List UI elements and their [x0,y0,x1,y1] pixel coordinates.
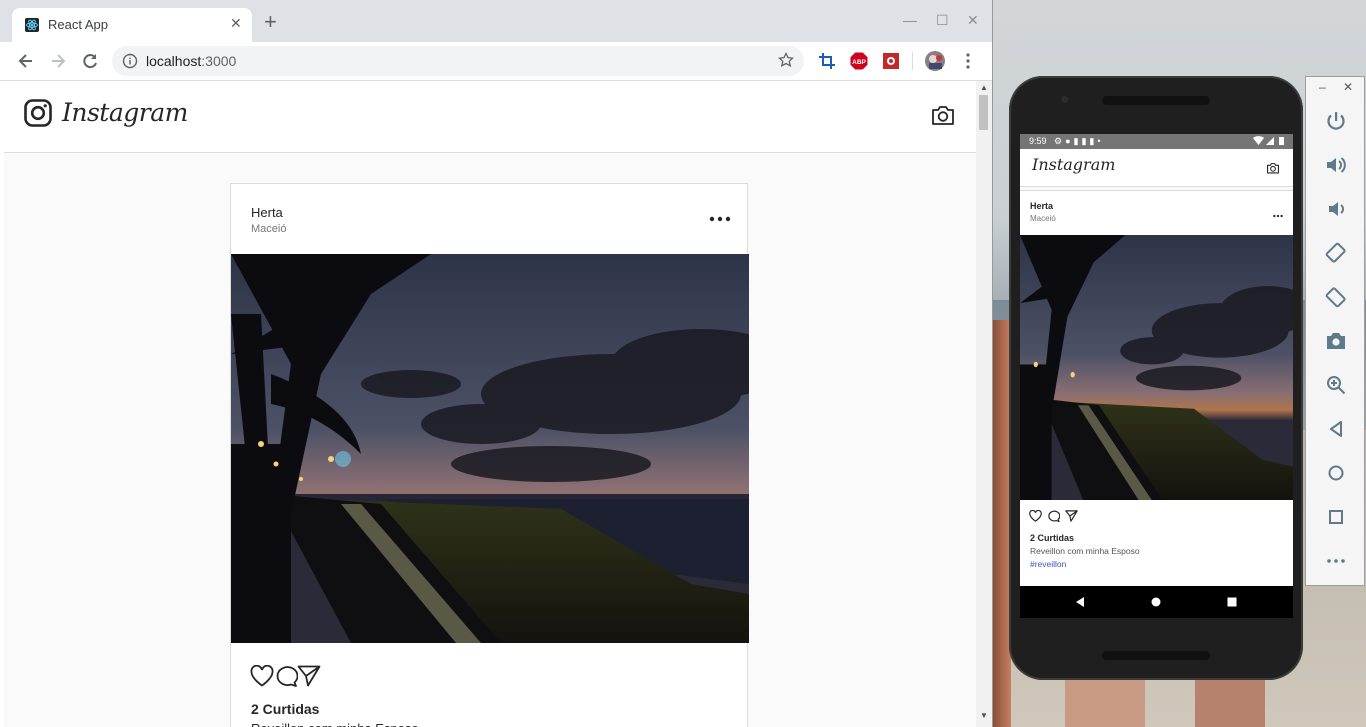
status-notification-icons: ⚙●▮▮▮• [1054,136,1104,146]
mobile-post-photo[interactable] [1020,235,1293,500]
android-emulator-phone: 9:59 ⚙●▮▮▮• Instagram Herta Maceió 2 Cur… [1009,76,1303,680]
toolbar-divider [912,52,913,70]
volume-down-icon[interactable] [1324,197,1348,221]
rotate-right-icon[interactable] [1324,285,1348,309]
post-description: Reveillon com minha Esposo [251,721,419,727]
url-host: localhost [146,53,202,69]
instagram-logo-icon[interactable] [24,99,52,132]
scrollbar-thumb[interactable] [979,95,988,130]
android-nav-bar [1020,586,1293,618]
forward-button[interactable] [47,50,69,72]
react-favicon-icon [25,18,39,32]
mobile-app-header: Instagram [1020,149,1293,187]
rotate-left-icon[interactable] [1324,241,1348,265]
mobile-more-options-icon[interactable] [1273,205,1283,223]
screenshot-camera-icon[interactable] [1324,329,1348,353]
nav-recents-icon[interactable] [1226,595,1238,613]
front-camera [1061,96,1068,103]
brand-wordmark[interactable]: Instagram [62,98,188,127]
home-circle-icon[interactable] [1324,461,1348,485]
like-heart-icon[interactable] [250,664,274,692]
mobile-post-likes-count: 2 Curtidas [1030,533,1075,543]
red-extension-icon[interactable] [882,52,900,70]
url-port: :3000 [201,53,237,69]
profile-avatar[interactable] [925,51,945,71]
emulator-window-controls: – ✕ [1306,77,1364,99]
share-send-icon[interactable] [297,665,321,692]
mobile-camera-icon[interactable] [1266,161,1280,179]
status-bar: 9:59 ⚙●▮▮▮• [1020,134,1293,149]
maximize-icon[interactable]: ☐ [936,12,949,29]
back-triangle-icon[interactable] [1324,417,1348,441]
nav-back-icon[interactable] [1074,595,1086,613]
nav-home-icon[interactable] [1150,595,1162,613]
power-icon[interactable] [1324,109,1348,133]
app-header: Instagram [4,81,976,153]
post-location: Maceió [251,223,287,235]
browser-toolbar: localhost:3000 ABP [0,42,992,81]
web-page: Instagram Herta Maceió 2 Curtidas [4,81,976,727]
bottom-speaker [1102,651,1210,660]
site-info-icon[interactable] [122,53,138,74]
earpiece-speaker [1102,96,1210,105]
url-text: localhost:3000 [146,53,236,69]
phone-screen: 9:59 ⚙●▮▮▮• Instagram Herta Maceió 2 Cur… [1020,134,1293,618]
comment-icon[interactable] [274,665,299,692]
post-author[interactable]: Herta [251,205,283,220]
scroll-down-arrow-icon[interactable]: ▼ [980,711,988,720]
post-photo[interactable] [231,254,749,643]
browser-tab[interactable]: React App ✕ [12,8,252,42]
mobile-brand-wordmark[interactable]: Instagram [1032,155,1115,174]
emulator-toolbar: – ✕ [1305,76,1365,586]
emulator-close-icon[interactable]: ✕ [1343,80,1353,94]
browser-window: React App ✕ + — ☐ ✕ localhost:3000 ABP I… [0,0,993,727]
feed-post: Herta Maceió 2 Curtidas [230,183,749,727]
scroll-up-arrow-icon[interactable]: ▲ [980,83,988,92]
tab-title: React App [48,17,108,32]
close-icon[interactable]: ✕ [967,12,979,29]
zoom-icon[interactable] [1324,373,1348,397]
page-scrollbar[interactable]: ▲ ▼ [976,81,992,727]
wifi-signal-battery-icon [1252,135,1288,149]
more-options-icon[interactable] [709,210,731,228]
browser-menu-icon[interactable] [960,52,976,70]
back-button[interactable] [15,50,37,72]
adblock-plus-icon[interactable]: ABP [850,52,868,70]
reload-button[interactable] [79,50,101,72]
volume-up-icon[interactable] [1324,153,1348,177]
more-options-icon[interactable] [1324,549,1348,573]
mobile-post-author[interactable]: Herta [1030,201,1053,211]
mobile-comment-icon[interactable] [1047,509,1061,527]
emulator-minimize-icon[interactable]: – [1319,80,1326,94]
camera-icon[interactable] [931,104,955,131]
tab-strip: React App ✕ + — ☐ ✕ [0,0,992,42]
mobile-post-location: Maceió [1030,214,1056,223]
new-tab-button[interactable]: + [264,11,277,33]
address-bar[interactable]: localhost:3000 [112,46,804,76]
status-time: 9:59 [1029,136,1047,146]
post-likes-count: 2 Curtidas [251,701,320,717]
mobile-feed-post: Herta Maceió 2 Curtidas Reveillon com mi… [1020,190,1293,585]
overview-square-icon[interactable] [1324,505,1348,529]
mobile-post-hashtag[interactable]: #reveillon [1030,559,1066,569]
tab-close-icon[interactable]: ✕ [230,15,242,32]
mobile-share-send-icon[interactable] [1065,509,1078,527]
bookmark-star-icon[interactable] [777,51,795,73]
crop-extension-icon[interactable] [818,52,836,70]
minimize-icon[interactable]: — [903,12,917,28]
mobile-like-heart-icon[interactable] [1029,509,1042,527]
mobile-post-description: Reveillon com minha Esposo [1030,546,1140,556]
desktop-figure [1065,680,1145,727]
adblock-plus-label: ABP [852,59,866,66]
